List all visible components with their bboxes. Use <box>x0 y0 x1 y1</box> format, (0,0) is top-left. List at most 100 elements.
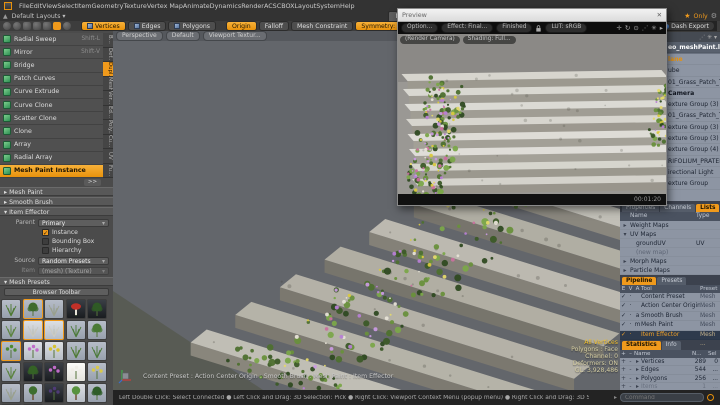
panel-tab[interactable]: Info <box>662 341 681 350</box>
menu-item[interactable]: Select <box>57 2 77 10</box>
lists-row[interactable]: ▾UV Maps <box>620 230 720 239</box>
statistics-row[interactable]: +-▸Polygons256... <box>620 375 720 384</box>
tool-list-item[interactable]: Radial Array <box>0 152 103 165</box>
menu-item[interactable]: Render <box>241 2 264 10</box>
mesh-preset-thumbnail[interactable] <box>23 362 43 382</box>
pipeline-row[interactable]: ✓·Item EffectorMesh ... <box>620 331 720 340</box>
mesh-preset-thumbnail[interactable] <box>23 320 43 340</box>
lists-row[interactable]: ▸Morph Maps <box>620 257 720 266</box>
lists-row[interactable]: (new map) <box>620 248 720 257</box>
checkbox[interactable] <box>42 247 49 254</box>
tool-list-item[interactable]: Mirror Shift-V <box>0 46 103 59</box>
toolbox-vertical-tab[interactable]: Ed... <box>103 106 113 121</box>
toolbox-vertical-tab[interactable]: Mesh... <box>103 77 113 92</box>
menu-item[interactable]: Edit <box>30 2 42 10</box>
preview-effect-button[interactable]: Effect: Final... <box>441 23 493 33</box>
mesh-preset-thumbnail[interactable] <box>66 299 86 319</box>
orbit-icon[interactable] <box>3 22 11 30</box>
layout-preset-dropdown[interactable]: Default Layouts ▾ <box>12 13 66 20</box>
mesh-preset-thumbnail[interactable] <box>23 341 43 361</box>
toolbox-vertical-tab[interactable]: Cu... <box>103 135 113 150</box>
mesh-preset-thumbnail[interactable] <box>87 320 107 340</box>
mesh-preset-thumbnail[interactable] <box>66 320 86 340</box>
toolbox-vertical-tab[interactable]: UV <box>103 149 113 164</box>
preview-lut-button[interactable]: LUT: sRGB <box>545 23 587 33</box>
tool-list-item[interactable]: Scatter Clone <box>0 112 103 125</box>
mesh-preset-thumbnail[interactable] <box>1 341 21 361</box>
pin-icon[interactable]: ▲ <box>3 13 8 20</box>
menu-item[interactable]: Help <box>340 2 355 10</box>
pipeline-row[interactable]: ✓·aSmooth BrushMesh ... <box>620 312 720 321</box>
mesh-preset-thumbnail[interactable] <box>87 299 107 319</box>
viewport-header-button[interactable]: Default <box>166 31 200 41</box>
dash-export-button[interactable]: Dash Export <box>659 22 714 30</box>
menu-item[interactable]: View <box>42 2 57 10</box>
menu-item[interactable]: File <box>19 2 30 10</box>
menu-item[interactable]: CBOX <box>277 2 295 10</box>
mesh-preset-thumbnail[interactable] <box>87 341 107 361</box>
section-smooth-brush[interactable]: ▸ Smooth Brush <box>0 197 113 206</box>
section-mesh-paint[interactable]: ▸ Mesh Paint <box>0 187 113 196</box>
source-dropdown[interactable]: Random Presets▾ <box>38 257 109 265</box>
tool-list-item[interactable]: Mesh Paint Instance <box>0 165 103 178</box>
viewport-header-button[interactable]: Perspective <box>116 31 163 41</box>
tool-modifier-button[interactable]: Origin <box>226 21 257 31</box>
tool-list-item[interactable]: Radial Sweep Shift-L <box>0 33 103 46</box>
mesh-preset-thumbnail[interactable] <box>44 383 64 403</box>
preview-title-bar[interactable]: Preview ✕ <box>398 9 666 22</box>
settings-gear-icon[interactable]: ⚙ <box>711 12 717 20</box>
render-camera-button[interactable]: (Render Camera) <box>400 36 460 44</box>
snap-icon[interactable] <box>23 22 31 30</box>
statistics-row[interactable]: +-▸Vertices2890 <box>620 358 720 367</box>
component-mode-button[interactable]: Polygons <box>168 21 216 31</box>
component-mode-button[interactable]: Edges <box>128 21 167 31</box>
tool-list-item[interactable]: Patch Curves <box>0 73 103 86</box>
menu-item[interactable]: System <box>316 2 340 10</box>
checkbox[interactable] <box>42 238 49 245</box>
parent-dropdown[interactable]: Primary▾ <box>38 219 109 227</box>
mesh-preset-thumbnail[interactable] <box>1 383 21 403</box>
statistics-row[interactable]: +-▸Edges544... <box>620 366 720 375</box>
component-mode-button[interactable]: Vertices <box>81 21 126 31</box>
preview-options-button[interactable]: Option... <box>401 23 438 33</box>
toolbox-vertical-tab[interactable]: Fu... <box>103 164 113 179</box>
mesh-preset-thumbnail[interactable] <box>66 383 86 403</box>
preview-icon[interactable]: ⋰ <box>642 24 649 32</box>
preview-icon[interactable]: ↻ <box>625 24 630 32</box>
menu-item[interactable]: Dynamics <box>210 2 242 10</box>
browser-toolbar-button[interactable]: Browser Toolbar <box>4 288 109 296</box>
panel-header-icon[interactable]: ⋰ <box>699 34 705 41</box>
toolbox-vertical-tab[interactable]: Dupl... <box>103 62 113 77</box>
pan-icon[interactable] <box>13 22 21 30</box>
tool-list-item[interactable]: Curve Extrude <box>0 86 103 99</box>
menu-item[interactable]: Vertex Map <box>147 2 183 10</box>
panel-tab[interactable]: Presets <box>657 277 686 286</box>
mesh-preset-thumbnail[interactable] <box>1 320 21 340</box>
only-toggle[interactable]: Only <box>694 13 708 20</box>
viewport-header-button[interactable]: Viewport Textur... <box>203 31 267 41</box>
mesh-preset-thumbnail[interactable] <box>87 383 107 403</box>
menu-item[interactable]: Texture <box>123 2 146 10</box>
mesh-preset-thumbnail[interactable] <box>1 362 21 382</box>
favorites-star-icon[interactable]: ★ <box>684 12 690 20</box>
preview-icon[interactable]: ⊙ <box>633 24 638 32</box>
grid-icon[interactable] <box>33 22 41 30</box>
lock-icon[interactable] <box>535 25 542 32</box>
menu-item[interactable]: Layout <box>294 2 316 10</box>
mesh-preset-thumbnail[interactable] <box>66 362 86 382</box>
pivot-icon[interactable] <box>63 22 71 30</box>
mesh-preset-thumbnail[interactable] <box>23 383 43 403</box>
panel-tab[interactable]: Statistics <box>622 341 661 350</box>
mesh-preset-thumbnail[interactable] <box>44 341 64 361</box>
panel-tab[interactable]: Pipeline <box>622 277 656 286</box>
mesh-preset-thumbnail[interactable] <box>44 299 64 319</box>
panel-header-icon[interactable]: ▾ <box>714 34 717 41</box>
preview-icon[interactable]: ✛ <box>616 24 621 32</box>
mesh-preset-thumbnail[interactable] <box>44 320 64 340</box>
menu-item[interactable]: ACS <box>264 2 277 10</box>
workplane-icon[interactable] <box>43 22 51 30</box>
menu-item[interactable]: Item <box>77 2 92 10</box>
toolbox-vertical-tab[interactable]: Ver... <box>103 91 113 106</box>
panel-header-icon[interactable]: ✳ <box>707 34 712 41</box>
shading-mode-button[interactable]: Shading: Full... <box>463 36 516 44</box>
